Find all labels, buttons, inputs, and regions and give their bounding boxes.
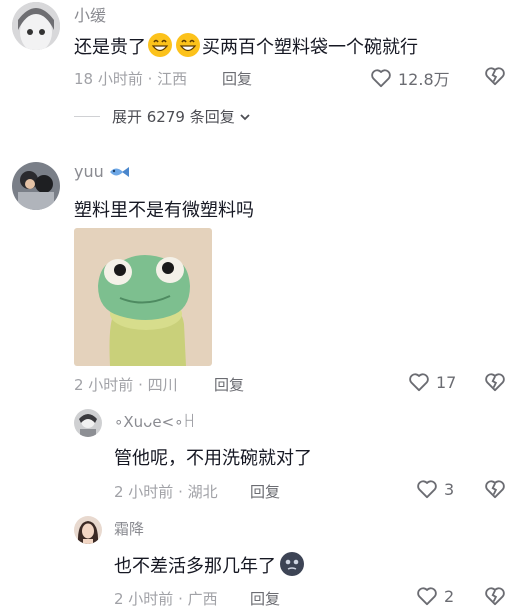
fish-icon xyxy=(109,166,129,177)
dislike-button[interactable] xyxy=(484,586,506,606)
like-count: 2 xyxy=(444,586,455,606)
comment-username-row: yuu xyxy=(74,162,130,181)
like-button[interactable]: 17 xyxy=(408,372,456,392)
reply-time-location: 2 小时前 · 广西 xyxy=(114,590,218,608)
comment-text-part: 还是贵了 xyxy=(74,37,146,58)
reply-button[interactable]: 回复 xyxy=(222,68,252,89)
reply-time-location: 2 小时前 · 湖北 xyxy=(114,483,218,501)
expand-replies-label: 展开 6279 条回复 xyxy=(112,108,235,126)
broken-heart-icon xyxy=(485,67,505,86)
like-button[interactable]: 2 xyxy=(416,586,454,606)
like-count: 17 xyxy=(436,372,457,392)
reply-username[interactable]: ∘Xuᴗe<∘ꀿ xyxy=(114,411,195,431)
dislike-button[interactable] xyxy=(484,372,506,392)
reply-text-part: 也不差活多那几年了 xyxy=(114,556,276,577)
reply-button[interactable]: 回复 xyxy=(250,588,280,609)
avatar[interactable] xyxy=(12,2,60,50)
chevron-down-icon xyxy=(240,113,250,120)
heart-icon xyxy=(371,69,391,88)
comment-text: 还是贵了 买两百个塑料袋一个碗就行 xyxy=(74,32,418,59)
grinning-face-emoji xyxy=(147,32,173,58)
comment-time-location: 18 小时前 · 江西 xyxy=(74,70,188,88)
heart-icon xyxy=(417,587,437,606)
broken-heart-icon xyxy=(485,587,505,606)
reply-button[interactable]: 回复 xyxy=(214,374,244,395)
dislike-button[interactable] xyxy=(484,66,506,86)
avatar[interactable] xyxy=(74,409,102,437)
expand-replies-divider xyxy=(74,116,100,117)
reply-button[interactable]: 回复 xyxy=(250,481,280,502)
broken-heart-icon xyxy=(485,480,505,499)
avatar[interactable] xyxy=(12,162,60,210)
comment-image[interactable] xyxy=(74,228,212,366)
like-button[interactable]: 12.8万 xyxy=(370,66,450,90)
broken-heart-icon xyxy=(485,373,505,392)
comment-username[interactable]: yuu xyxy=(74,162,104,181)
like-count: 3 xyxy=(444,479,455,499)
dislike-button[interactable] xyxy=(484,479,506,499)
heart-icon xyxy=(409,373,429,392)
frog-sticker-image xyxy=(74,228,212,366)
comment-username[interactable]: 小缓 xyxy=(74,2,106,26)
like-button[interactable]: 3 xyxy=(416,479,454,499)
comment-text: 塑料里不是有微塑料吗 xyxy=(74,200,254,221)
grinning-face-emoji xyxy=(175,32,201,58)
reply-text: 管他呢，不用洗碗就对了 xyxy=(114,448,312,469)
reply-username[interactable]: 霜降 xyxy=(114,518,144,539)
dark-blob-emoji xyxy=(279,551,305,577)
comment-text-part: 买两百个塑料袋一个碗就行 xyxy=(202,37,418,58)
comment-time-location: 2 小时前 · 四川 xyxy=(74,376,178,394)
heart-icon xyxy=(417,480,437,499)
reply-text: 也不差活多那几年了 xyxy=(114,551,305,578)
expand-replies-button[interactable]: 展开 6279 条回复 xyxy=(112,106,252,127)
like-count: 12.8万 xyxy=(398,70,450,89)
avatar[interactable] xyxy=(74,516,102,544)
